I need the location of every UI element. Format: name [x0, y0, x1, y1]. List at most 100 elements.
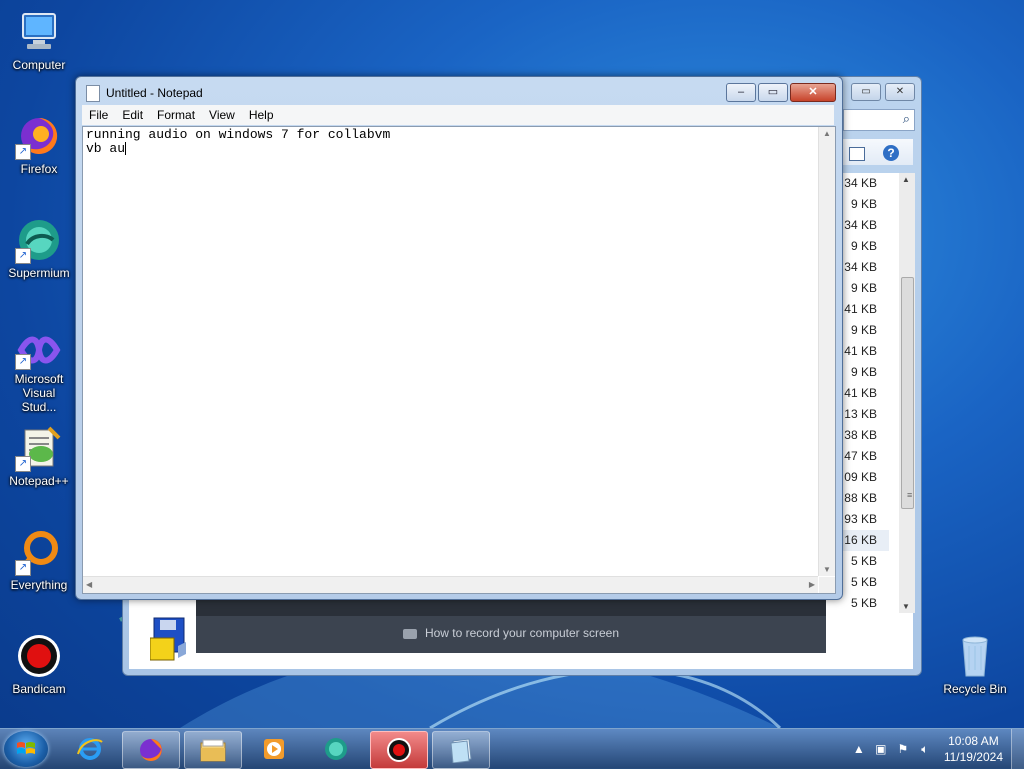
taskbar-notepad[interactable] [432, 731, 490, 769]
preview-pane-icon[interactable] [849, 147, 865, 161]
file-size-cell: 47 KB [844, 449, 877, 463]
desktop-icon-recycle-bin[interactable]: Recycle Bin [937, 632, 1013, 696]
bandicam-panel: How to record your computer screen [196, 598, 826, 653]
scroll-up-icon[interactable]: ▲ [902, 175, 910, 184]
taskbar-supermium[interactable] [308, 731, 364, 767]
taskbar-firefox[interactable] [122, 731, 180, 769]
size-column: 34 KB 9 KB 34 KB 9 KB 34 KB 9 KB 41 KB 9 KB 41 K… [839, 173, 889, 614]
scroll-up-icon[interactable]: ▲ [823, 129, 831, 138]
desktop-icon-label: Firefox [20, 162, 58, 176]
file-list-scrollbar[interactable]: ▲ ≡ ▼ [899, 173, 915, 613]
desktop-icon-bandicam[interactable]: Bandicam [1, 632, 77, 696]
file-size-cell: 41 KB [844, 344, 877, 358]
help-icon[interactable]: ? [883, 145, 899, 161]
clock[interactable]: 10:08 AM 11/19/2024 [944, 733, 1003, 765]
scroll-down-icon[interactable]: ▼ [823, 565, 831, 574]
show-desktop-button[interactable] [1011, 729, 1024, 769]
clock-time: 10:08 AM [948, 734, 999, 748]
text-caret [125, 142, 127, 155]
desktop-icon-computer[interactable]: Computer [1, 8, 77, 72]
editor-line: running audio on windows 7 for collabvm [86, 127, 391, 142]
menu-help[interactable]: Help [242, 105, 281, 125]
text-editor[interactable]: running audio on windows 7 for collabvm v… [82, 126, 836, 594]
desktop-icon-label: Notepad++ [9, 474, 69, 488]
scroll-down-icon[interactable]: ▼ [902, 602, 910, 611]
close-button[interactable]: ✕ [790, 83, 836, 102]
file-size-cell: 88 KB [844, 491, 877, 505]
start-button[interactable] [4, 731, 48, 767]
windows-logo-icon [17, 742, 35, 754]
notepad-titlebar[interactable]: Untitled - Notepad [86, 83, 203, 103]
vertical-scrollbar[interactable]: ▲ ▼ [818, 127, 835, 576]
scroll-thumb[interactable]: ≡ [901, 277, 914, 509]
panel-message-text: How to record your computer screen [424, 626, 620, 640]
floppy-disk-icon [150, 617, 186, 661]
internet-explorer-icon [77, 738, 103, 760]
maximize-button[interactable]: ▭ [851, 83, 881, 101]
desktop-icon-label: Supermium [8, 266, 70, 280]
action-center-flag-icon[interactable]: ⚑ [895, 741, 911, 757]
volume-icon[interactable]: 🔈︎ [917, 741, 933, 757]
desktop-icon-visual-studio[interactable]: ↗ Microsoft Visual Stud... [1, 330, 77, 414]
file-size-cell: 9 KB [850, 365, 877, 379]
shortcut-arrow-icon: ↗ [15, 456, 31, 472]
bandicam-icon [15, 632, 63, 680]
taskbar-media-player[interactable] [246, 731, 302, 767]
menu-bar: File Edit Format View Help [82, 105, 834, 125]
scroll-right-icon[interactable]: ▶ [809, 580, 815, 589]
file-size-cell: 5 KB [850, 575, 877, 589]
recycle-bin-icon [951, 632, 999, 680]
visual-studio-icon: ↗ [15, 330, 63, 370]
menu-file[interactable]: File [82, 105, 115, 125]
desktop-icon-everything[interactable]: ↗ Everything [1, 528, 77, 592]
file-size-cell: 93 KB [844, 512, 877, 526]
media-player-icon [264, 739, 284, 759]
close-button[interactable]: ✕ [885, 83, 915, 101]
firefox-icon: ↗ [15, 112, 63, 160]
file-size-cell: 34 KB [844, 260, 877, 274]
show-hidden-icons-icon[interactable]: ▲ [851, 741, 867, 757]
file-size-cell: 41 KB [844, 302, 877, 316]
desktop-icon-supermium[interactable]: ↗ Supermium [1, 216, 77, 280]
editor-text[interactable]: running audio on windows 7 for collabvm v… [86, 128, 390, 156]
panel-top-bar [196, 598, 826, 616]
file-size-cell: 5 KB [850, 596, 877, 610]
shortcut-arrow-icon: ↗ [15, 354, 31, 370]
notepad-icon [450, 738, 472, 763]
desktop-icon-firefox[interactable]: ↗ Firefox [1, 112, 77, 176]
search-box[interactable]: ⌕ [843, 109, 915, 131]
network-icon[interactable]: ▣ [873, 741, 889, 757]
menu-view[interactable]: View [202, 105, 242, 125]
file-size-cell: 34 KB [844, 176, 877, 190]
horizontal-scrollbar[interactable]: ◀ ▶ [83, 576, 818, 593]
desktop-icon-label: Bandicam [12, 682, 66, 696]
desktop-icon-label: Everything [10, 578, 68, 592]
menu-edit[interactable]: Edit [115, 105, 150, 125]
notepadpp-icon: ↗ [15, 424, 63, 472]
file-size-cell: 9 KB [850, 239, 877, 253]
supermium-icon [325, 738, 347, 760]
computer-icon [15, 8, 63, 56]
file-size-cell: 41 KB [844, 386, 877, 400]
file-size-cell: 9 KB [850, 197, 877, 211]
file-size-cell: 13 KB [844, 407, 877, 421]
file-size-cell: 34 KB [844, 218, 877, 232]
file-size-cell: 38 KB [844, 428, 877, 442]
maximize-button[interactable]: ▭ [758, 83, 788, 102]
notepad-window[interactable]: Untitled - Notepad – ▭ ✕ File Edit Forma… [75, 76, 843, 600]
desktop-icon-notepadpp[interactable]: ↗ Notepad++ [1, 424, 77, 488]
minimize-button[interactable]: – [726, 83, 756, 102]
clock-date: 11/19/2024 [943, 750, 1003, 764]
panel-message[interactable]: How to record your computer screen [196, 626, 826, 640]
shortcut-arrow-icon: ↗ [15, 248, 31, 264]
scroll-left-icon[interactable]: ◀ [86, 580, 92, 589]
file-size-cell: 09 KB [844, 470, 877, 484]
desktop-icon-label: Microsoft Visual Stud... [14, 372, 64, 414]
explorer-window-controls: ▭ ✕ [851, 83, 915, 101]
taskbar-file-explorer[interactable] [184, 731, 242, 769]
scrollbar-corner [819, 577, 835, 593]
taskbar-bandicam[interactable] [370, 731, 428, 769]
menu-format[interactable]: Format [150, 105, 202, 125]
taskbar-internet-explorer[interactable] [62, 731, 118, 767]
file-explorer-icon [200, 739, 226, 762]
